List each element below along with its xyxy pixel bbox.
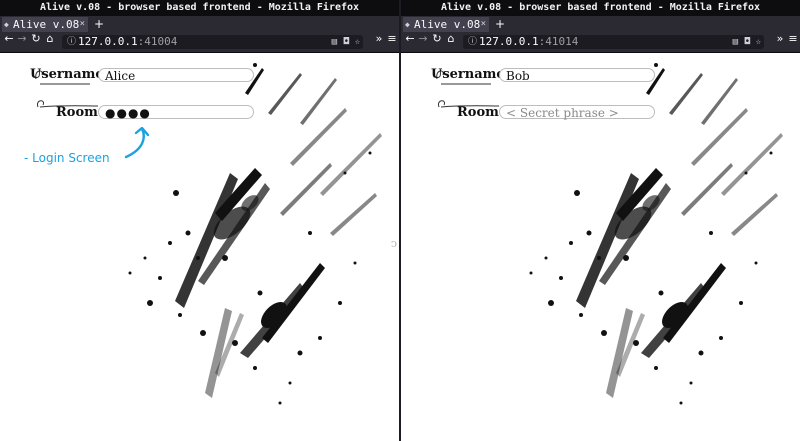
- back-arrow-icon[interactable]: ←: [3, 32, 15, 52]
- hamburger-menu-icon[interactable]: ≡: [386, 32, 398, 52]
- home-icon[interactable]: ⌂: [44, 32, 56, 52]
- page-content: Username: Alice Room: ●●●● - Login Scree…: [0, 53, 399, 441]
- nav-toolbar: ← → ↻ ⌂ ⓘ 127.0.0.1:41004 ▤ ◘ ☆ » ≡: [0, 32, 399, 53]
- forward-arrow-icon[interactable]: →: [417, 32, 429, 52]
- window-title: Alive v.08 - browser based frontend - Mo…: [0, 0, 399, 16]
- username-input[interactable]: Alice: [98, 68, 254, 83]
- edge-glyph: ↄ: [390, 237, 397, 250]
- annotation-arrow-icon: [124, 127, 150, 159]
- tab-strip: ◆ Alive v.08 × +: [401, 16, 800, 32]
- back-arrow-icon[interactable]: ←: [404, 32, 416, 52]
- tab-close-icon[interactable]: ×: [481, 17, 486, 32]
- hamburger-menu-icon[interactable]: ≡: [787, 32, 799, 52]
- favicon-icon: ◆: [405, 20, 410, 29]
- reader-view-icon[interactable]: ▤: [733, 35, 738, 49]
- bookmark-star-icon[interactable]: ☆: [756, 35, 761, 49]
- reload-icon[interactable]: ↻: [431, 32, 443, 52]
- room-label: Room:: [457, 105, 504, 120]
- new-tab-button[interactable]: +: [93, 16, 105, 32]
- url-text: 127.0.0.1:41004: [78, 35, 178, 48]
- bookmark-star-icon[interactable]: ☆: [355, 35, 360, 49]
- username-label: Username:: [431, 67, 510, 82]
- overflow-chevrons-icon[interactable]: »: [373, 32, 385, 52]
- overflow-chevrons-icon[interactable]: »: [774, 32, 786, 52]
- page-content: Username: Bob Room: < Secret phrase >: [401, 53, 800, 441]
- room-label: Room:: [56, 105, 103, 120]
- favicon-icon: ◆: [4, 20, 9, 29]
- tab-strip: ◆ Alive v.08 × +: [0, 16, 399, 32]
- home-icon[interactable]: ⌂: [445, 32, 457, 52]
- window-title: Alive v.08 - browser based frontend - Mo…: [401, 0, 800, 16]
- tab-close-icon[interactable]: ×: [80, 17, 85, 32]
- tab-label: Alive v.08: [414, 18, 481, 31]
- browser-window-alice: Alive v.08 - browser based frontend - Mo…: [0, 0, 399, 441]
- reader-view-icon[interactable]: ▤: [332, 35, 337, 49]
- tab-alive[interactable]: ◆ Alive v.08 ×: [2, 17, 88, 32]
- username-label: Username:: [30, 67, 109, 82]
- url-bar[interactable]: ⓘ 127.0.0.1:41004 ▤ ◘ ☆: [62, 35, 363, 49]
- annotation-login-screen: - Login Screen: [24, 151, 110, 165]
- tab-alive[interactable]: ◆ Alive v.08 ×: [403, 17, 489, 32]
- url-bar[interactable]: ⓘ 127.0.0.1:41014 ▤ ◘ ☆: [463, 35, 764, 49]
- reload-icon[interactable]: ↻: [30, 32, 42, 52]
- forward-arrow-icon[interactable]: →: [16, 32, 28, 52]
- site-info-icon[interactable]: ⓘ: [468, 35, 477, 49]
- username-input[interactable]: Bob: [499, 68, 655, 83]
- room-password-input[interactable]: < Secret phrase >: [499, 105, 655, 120]
- nav-toolbar: ← → ↻ ⌂ ⓘ 127.0.0.1:41014 ▤ ◘ ☆ » ≡: [401, 32, 800, 53]
- pocket-icon[interactable]: ◘: [745, 35, 750, 49]
- room-password-input[interactable]: ●●●●: [98, 105, 254, 120]
- new-tab-button[interactable]: +: [494, 16, 506, 32]
- browser-window-bob: Alive v.08 - browser based frontend - Mo…: [401, 0, 800, 441]
- tab-label: Alive v.08: [13, 18, 80, 31]
- url-text: 127.0.0.1:41014: [479, 35, 579, 48]
- pocket-icon[interactable]: ◘: [344, 35, 349, 49]
- site-info-icon[interactable]: ⓘ: [67, 35, 76, 49]
